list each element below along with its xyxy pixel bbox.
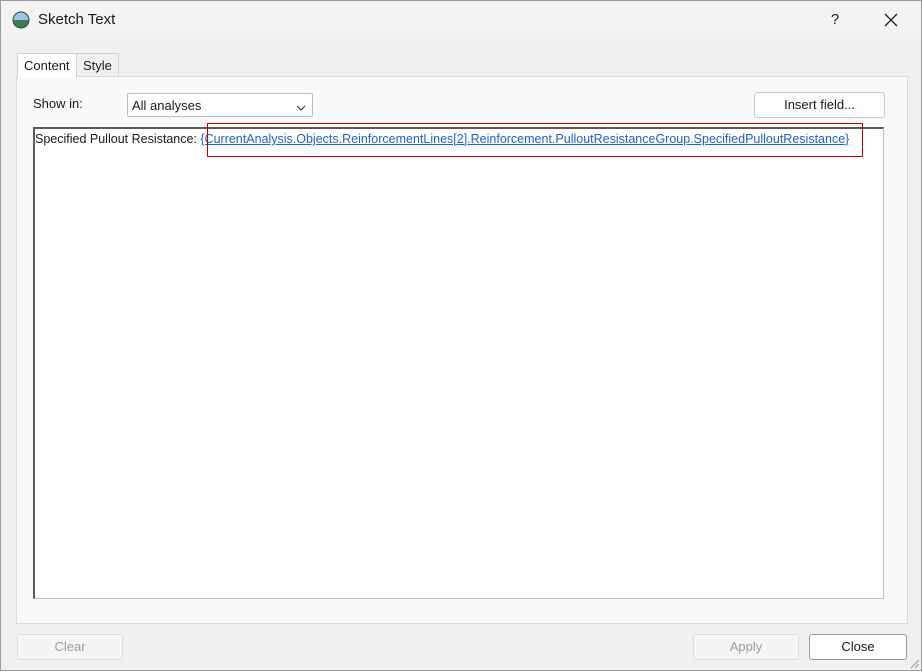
clear-button[interactable]: Clear (17, 634, 123, 660)
resize-grip-icon[interactable] (908, 657, 920, 669)
apply-button[interactable]: Apply (693, 634, 799, 660)
insert-field-button[interactable]: Insert field... (754, 92, 885, 118)
show-in-dropdown[interactable]: All analyses (127, 93, 313, 117)
globe-icon (12, 11, 30, 29)
close-button[interactable]: Close (809, 634, 907, 660)
chevron-down-icon (296, 100, 306, 111)
close-icon[interactable] (873, 7, 909, 33)
tab-style[interactable]: Style (76, 53, 119, 77)
show-in-value: All analyses (132, 98, 202, 113)
content-panel: Show in: All analyses Insert field... Sp… (16, 76, 908, 624)
help-icon[interactable]: ? (817, 7, 853, 33)
highlight-box (207, 123, 863, 157)
title-bar[interactable]: Sketch Text ? (1, 1, 921, 39)
editor-text-prefix: Specified Pullout Resistance: (35, 132, 201, 146)
text-editor[interactable]: Specified Pullout Resistance: {CurrentAn… (33, 127, 884, 599)
tab-content[interactable]: Content (17, 53, 77, 78)
show-in-label: Show in: (33, 96, 83, 111)
window-title: Sketch Text (38, 11, 116, 28)
sketch-text-dialog: Sketch Text ? Content Style Show in: All… (0, 0, 922, 671)
